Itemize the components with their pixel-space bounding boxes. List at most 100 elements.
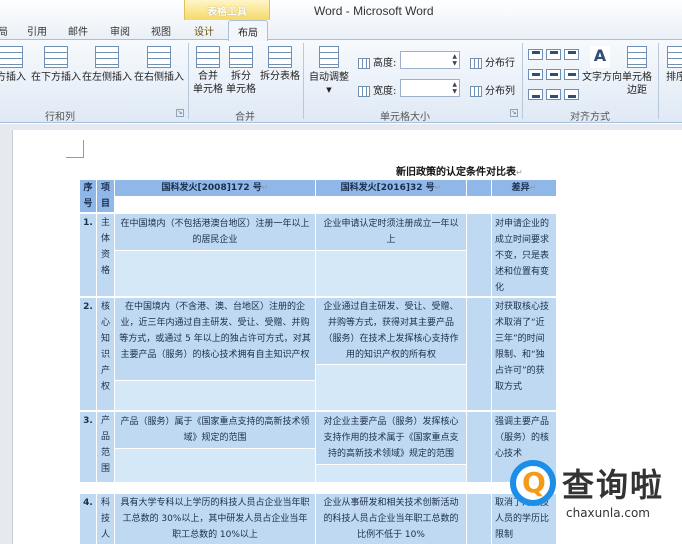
row4-new[interactable]: 企业从事研发和相关技术创新活动的科技人员占企业当年职工总数的比例不低于 10%	[316, 494, 466, 544]
height-input[interactable]: ▲ ▼	[400, 51, 460, 69]
header-new-policy[interactable]: 国科发火[2016]32 号↵	[316, 180, 466, 196]
watermark-url: chaxunla.com	[566, 506, 650, 520]
row3-spacer	[467, 412, 491, 482]
sort-button[interactable]: 排序	[662, 46, 682, 84]
align-bottom-center-icon[interactable]	[546, 89, 561, 100]
align-bottom-right-icon[interactable]	[564, 89, 579, 100]
align-top-left-icon[interactable]	[528, 49, 543, 60]
align-top-center-icon[interactable]	[546, 49, 561, 60]
watermark-q-glyph: Q	[522, 466, 546, 499]
row1-item[interactable]: 主体资格	[97, 214, 114, 296]
header-diff[interactable]: 差异↵	[492, 180, 556, 196]
table-tools-context-group: 表格工具	[184, 0, 270, 20]
row4-spacer	[467, 494, 491, 544]
width-label: 宽度:	[358, 82, 396, 97]
align-middle-right-icon[interactable]	[564, 69, 579, 80]
row4-old[interactable]: 具有大学专科以上学历的科技人员占企业当年职工总数的 30%以上，其中研发人员占企…	[115, 494, 315, 544]
split-table-icon	[268, 46, 292, 68]
row1-new-blank	[316, 251, 466, 296]
row-height-icon	[358, 57, 370, 69]
row3-new-blank	[316, 465, 466, 482]
row1-old-blank	[115, 251, 315, 296]
autofit-button[interactable]: 自动调整 ▼	[306, 46, 352, 97]
insert-right-icon	[147, 46, 171, 68]
alignment-group-label: 对齐方式	[570, 112, 610, 123]
chevron-down-icon: ▼	[326, 86, 332, 94]
cell-margins-icon	[627, 46, 647, 68]
insert-below-icon	[44, 46, 68, 68]
group-divider	[188, 43, 189, 119]
rows-cols-launcher-icon[interactable]: ↘	[176, 109, 184, 117]
group-divider	[658, 43, 659, 119]
row1-seq[interactable]: 1.	[80, 214, 96, 296]
row3-new[interactable]: 对企业主要产品（服务）发挥核心支持作用的技术属于《国家重点支持的高新技术领域》规…	[316, 412, 466, 464]
group-divider	[522, 43, 523, 119]
row3-item[interactable]: 产品范围	[97, 412, 114, 482]
window-title: Word - Microsoft Word	[314, 4, 434, 18]
row2-old[interactable]: 在中国境内（不含港、澳、台地区）注册的企业，近三年内通过自主研发、受让、受赠、并…	[115, 298, 315, 380]
insert-above-button[interactable]: 方插入	[0, 46, 30, 84]
header-old-policy[interactable]: 国科发火[2008]172 号↵	[115, 180, 315, 196]
row2-old-blank	[115, 381, 315, 410]
align-middle-center-icon[interactable]	[546, 69, 561, 80]
align-bottom-left-icon[interactable]	[528, 89, 543, 100]
merge-cells-icon	[196, 46, 220, 68]
distribute-cols-icon	[470, 85, 482, 97]
height-label: 高度:	[358, 54, 396, 69]
col-width-icon	[358, 85, 370, 97]
tab-view[interactable]: 视图	[151, 23, 171, 38]
row1-diff[interactable]: 对申请企业的成立时间要求不变，只是表述和位置有变化	[492, 214, 556, 296]
cell-margins-button[interactable]: 单元格 边距	[620, 46, 654, 97]
text-direction-icon: A	[590, 46, 610, 68]
row4-item[interactable]: 科技人员	[97, 494, 114, 544]
row2-item[interactable]: 核心知识产权	[97, 298, 114, 410]
width-input[interactable]: ▲ ▼	[400, 79, 460, 97]
split-cells-icon	[229, 46, 253, 68]
split-cells-button[interactable]: 拆分 单元格	[225, 46, 257, 96]
row1-new[interactable]: 企业申请认定时须注册成立一年以上	[316, 214, 466, 250]
align-middle-left-icon[interactable]	[528, 69, 543, 80]
row1-old[interactable]: 在中国境内（不包括港澳台地区）注册一年以上的居民企业	[115, 214, 315, 250]
cell-size-launcher-icon[interactable]: ↘	[510, 109, 518, 117]
margin-corner-mark	[66, 140, 84, 158]
header-item[interactable]: 项目	[97, 180, 114, 212]
header-spacer	[467, 180, 491, 196]
row3-old[interactable]: 产品（服务）属于《国家重点支持的高新技术领域》规定的范围	[115, 412, 315, 448]
table-tools-label: 表格工具	[207, 7, 247, 18]
tab-design[interactable]: 设计	[194, 23, 214, 38]
tab-mailings[interactable]: 邮件	[68, 23, 88, 38]
header-seq[interactable]: 序号	[80, 180, 96, 212]
row2-spacer	[467, 298, 491, 410]
merge-group-label: 合并	[235, 112, 255, 123]
row4-seq[interactable]: 4.	[80, 494, 96, 544]
tab-review[interactable]: 审阅	[110, 23, 130, 38]
header-blank-row	[115, 196, 556, 212]
cell-size-group-label: 单元格大小	[380, 112, 430, 123]
tab-layout[interactable]: 布局	[228, 20, 268, 41]
row2-seq[interactable]: 2.	[80, 298, 96, 410]
insert-left-icon	[95, 46, 119, 68]
insert-below-button[interactable]: 在下方插入	[30, 46, 82, 84]
row1-spacer	[467, 214, 491, 296]
text-direction-button[interactable]: A 文字方向	[582, 46, 622, 84]
row3-seq[interactable]: 3.	[80, 412, 96, 482]
row2-new[interactable]: 企业通过自主研发、受让、受赠、并购等方式，获得对其主要产品（服务）在技术上发挥核…	[316, 298, 466, 364]
rows-cols-group-label: 行和列	[45, 112, 75, 123]
insert-above-icon	[0, 46, 23, 68]
split-table-button[interactable]: 拆分表格	[259, 46, 301, 83]
tab-references[interactable]: 引用	[27, 23, 47, 38]
insert-right-button[interactable]: 在右侧插入	[133, 46, 185, 84]
row3-old-blank	[115, 449, 315, 482]
merge-cells-button[interactable]: 合并 单元格	[192, 46, 224, 96]
watermark: Q 查询啦 chaxunla.com	[498, 446, 682, 544]
distribute-rows-button[interactable]: 分布行	[470, 54, 515, 69]
distribute-cols-button[interactable]: 分布列	[470, 82, 515, 97]
title-bar: 表格工具 Word - Microsoft Word 局 引用 邮件 审阅 视图…	[0, 0, 682, 41]
row2-diff[interactable]: 对获取核心技术取消了“近三年”的时间限制、和“独占许可”的获取方式	[492, 298, 556, 410]
document-title[interactable]: 新旧政策的认定条件对比表↵	[396, 163, 523, 178]
align-top-right-icon[interactable]	[564, 49, 579, 60]
tab-layout-page[interactable]: 局	[0, 23, 8, 38]
insert-left-button[interactable]: 在左侧插入	[82, 46, 132, 84]
ribbon-tabs: 局 引用 邮件 审阅 视图 设计 布局	[0, 20, 682, 41]
distribute-rows-icon	[470, 57, 482, 69]
